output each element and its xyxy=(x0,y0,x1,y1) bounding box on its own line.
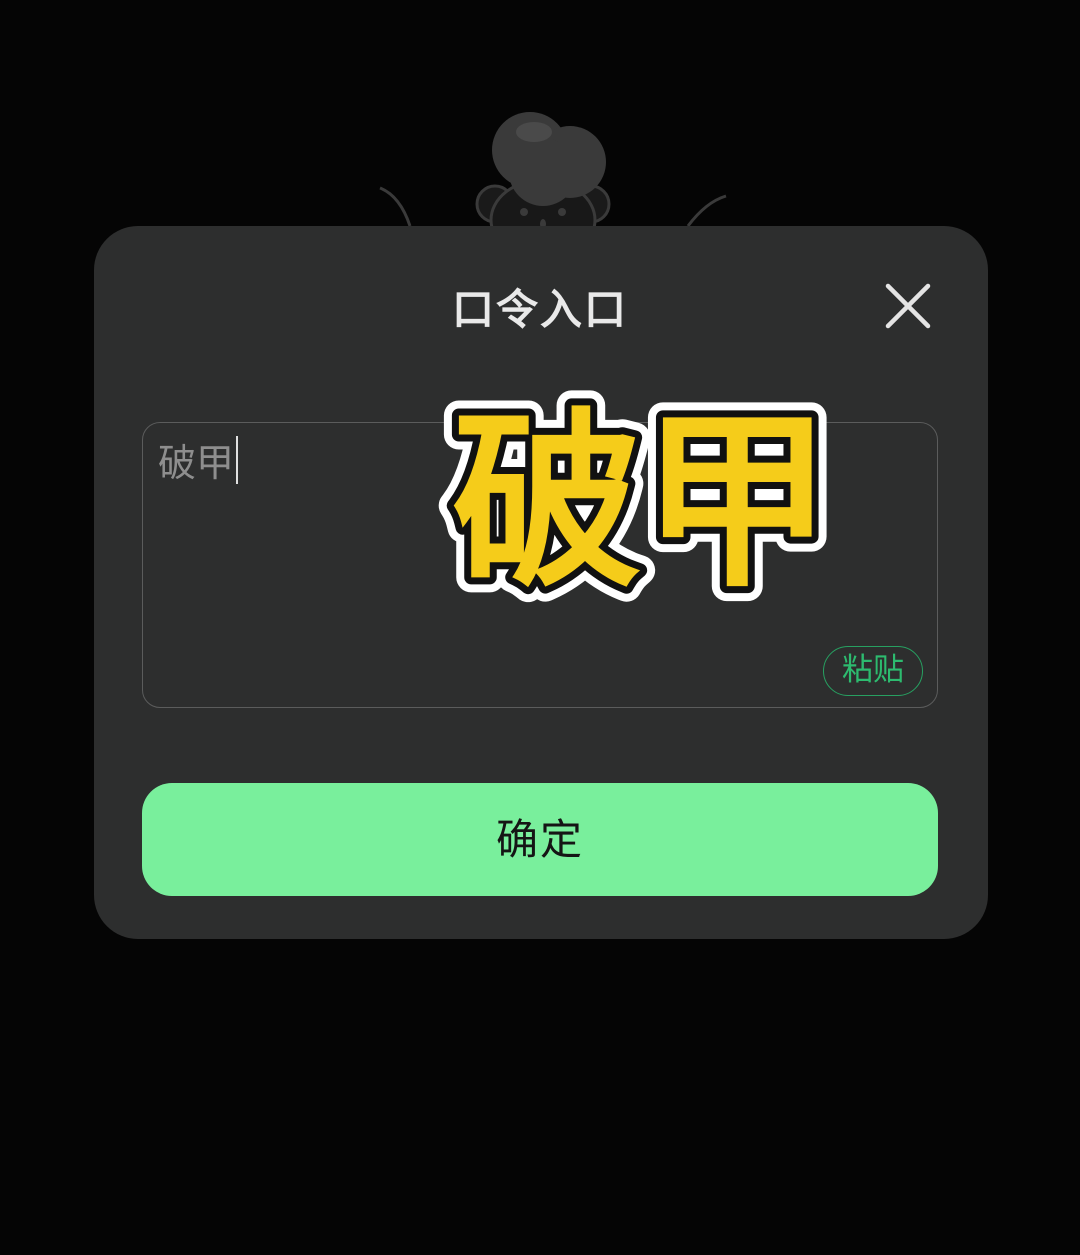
command-input-field[interactable]: 破甲 xyxy=(158,436,239,490)
sticker-text-fill: 破甲 xyxy=(452,392,832,608)
sticker-caption: 破甲 破甲 破甲 xyxy=(437,377,847,608)
mascot-illustration xyxy=(379,112,727,240)
close-button[interactable] xyxy=(878,278,938,338)
command-input-value: 破甲 xyxy=(158,441,235,485)
screen: 口令入口 破甲 粘贴 确定 破甲 破甲 破甲 xyxy=(0,0,1080,1255)
confirm-button[interactable]: 确定 xyxy=(142,783,938,896)
text-cursor xyxy=(236,436,239,484)
close-icon xyxy=(885,283,931,329)
paste-button[interactable]: 粘贴 xyxy=(823,646,923,696)
